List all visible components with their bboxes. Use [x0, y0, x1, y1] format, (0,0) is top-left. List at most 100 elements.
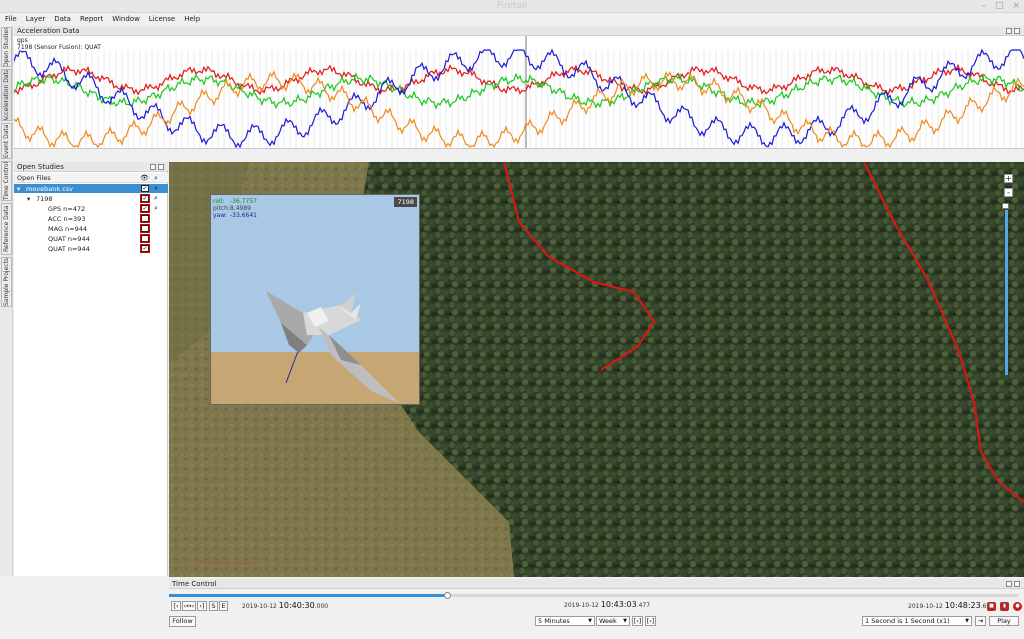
- timeline-thumb[interactable]: [443, 592, 451, 599]
- tab-time-control[interactable]: Time Control: [1, 161, 12, 201]
- menu-file[interactable]: File: [5, 15, 17, 23]
- timeline-progress: [169, 594, 447, 597]
- zoom-icon[interactable]: ⌕: [154, 204, 158, 213]
- studies-panel-title: Open Studies: [17, 163, 64, 171]
- list-item[interactable]: ACC n=393: [14, 214, 168, 223]
- map-zoom-slider-thumb[interactable]: [1002, 203, 1009, 209]
- speed-select[interactable]: 1 Second is 1 Second (x1) ▼: [862, 616, 972, 626]
- menu-help[interactable]: Help: [184, 15, 200, 23]
- tree-root-label: movebank.csv: [26, 185, 74, 193]
- close-icon[interactable]: [158, 164, 164, 170]
- window-right-button[interactable]: [›]: [645, 616, 656, 626]
- list-item[interactable]: QUAT n=944 ✓: [14, 244, 168, 253]
- step-forward-icon[interactable]: ⇥: [975, 616, 986, 626]
- map-zoom-in-button[interactable]: +: [1004, 174, 1013, 183]
- dock-tabs: Open Studies Acceleration Data Event Dat…: [0, 26, 13, 576]
- acceleration-plot[interactable]: gps 7198 (Sensor Fusion): QUAT: [14, 36, 1024, 149]
- current-ms: .477: [636, 602, 651, 609]
- roll-value: -36.7757: [230, 198, 257, 205]
- bird-model: [266, 291, 399, 403]
- float-icon[interactable]: [150, 164, 156, 170]
- trace-orange: [14, 69, 1024, 148]
- studies-panel-header: Open Studies: [14, 162, 168, 172]
- list-item-label: MAG n=944: [48, 225, 88, 233]
- pitch-label: pitch:: [213, 205, 230, 212]
- orientation-view[interactable]: 7198 roll: -36.7757 pitch:8.4989 yaw: -33.…: [210, 194, 420, 405]
- acceleration-panel-buttons: [1006, 26, 1020, 34]
- maximize-icon[interactable]: □: [995, 1, 1004, 11]
- jump-end-button[interactable]: ›]: [197, 601, 207, 611]
- tab-open-studies[interactable]: Open Studies: [1, 27, 12, 67]
- visibility-checkbox[interactable]: [140, 214, 150, 223]
- step-select[interactable]: 5 Minutes ▼: [535, 616, 595, 626]
- chevron-down-icon: ▼: [965, 618, 969, 624]
- window-select[interactable]: Week ▼: [596, 616, 630, 626]
- set-start-button[interactable]: S: [209, 601, 218, 611]
- zoom-icon: ⌕: [154, 174, 158, 182]
- acceleration-panel-title: Acceleration Data: [17, 27, 80, 35]
- start-timestamp: 2019-10-12 10:40:30.000: [242, 601, 328, 610]
- tab-reference-data[interactable]: Reference Data: [1, 203, 12, 255]
- pitch-readout: pitch:8.4989: [213, 205, 251, 212]
- accel-label-sensor: 7198 (Sensor Fusion): QUAT: [17, 44, 101, 51]
- close-icon[interactable]: [1014, 581, 1020, 587]
- tree-animal[interactable]: ▾ 7198 ✓ ⌕: [14, 194, 168, 203]
- eye-icon: 👁: [140, 174, 149, 182]
- yaw-label: yaw:: [213, 212, 227, 219]
- orientation-id-badge: 7198: [394, 197, 417, 207]
- window-left-button[interactable]: [‹]: [632, 616, 643, 626]
- menu-report[interactable]: Report: [80, 15, 103, 23]
- close-icon[interactable]: [1014, 28, 1020, 34]
- follow-button[interactable]: Follow: [169, 616, 196, 627]
- visibility-checkbox[interactable]: ✓: [140, 194, 150, 203]
- close-icon[interactable]: ×: [1012, 1, 1020, 11]
- end-date: 2019-10-12: [908, 603, 943, 610]
- jump-start-button[interactable]: [‹: [171, 601, 181, 611]
- list-item[interactable]: MAG n=944: [14, 224, 168, 233]
- map-zoom-slider[interactable]: [1005, 210, 1008, 375]
- tab-event-data[interactable]: Event Data: [1, 123, 12, 159]
- title-bar: Firetail – □ ×: [0, 0, 1024, 13]
- set-end-button[interactable]: E: [219, 601, 228, 611]
- list-item-label: QUAT n=944: [48, 235, 90, 243]
- menu-data[interactable]: Data: [54, 15, 71, 23]
- visibility-checkbox[interactable]: [140, 234, 150, 243]
- menu-license[interactable]: License: [149, 15, 175, 23]
- minimize-icon[interactable]: –: [981, 1, 986, 11]
- menu-layer[interactable]: Layer: [26, 15, 46, 23]
- window-select-value: Week: [599, 617, 617, 625]
- step-select-value: 5 Minutes: [538, 617, 570, 625]
- bookmark-icon[interactable]: ▮: [1000, 602, 1009, 611]
- collapse-icon[interactable]: ▾: [27, 195, 30, 203]
- time-control-buttons: [1006, 579, 1020, 587]
- tree-animal-label: 7198: [36, 195, 53, 203]
- play-button[interactable]: Play: [989, 616, 1019, 626]
- zoom-icon[interactable]: ⌕: [154, 194, 158, 203]
- list-item[interactable]: QUAT n=944: [14, 234, 168, 243]
- trace-blue: [14, 48, 1024, 148]
- float-icon[interactable]: [1006, 28, 1012, 34]
- list-item[interactable]: GPS n=472 ✓ ⌕: [14, 204, 168, 213]
- visibility-checkbox[interactable]: ✓: [140, 204, 150, 213]
- current-date: 2019-10-12: [564, 602, 599, 609]
- tree-root[interactable]: ▾ movebank.csv ✓ ⌕: [14, 184, 168, 193]
- speed-select-value: 1 Second is 1 Second (x1): [865, 617, 950, 625]
- collapse-icon[interactable]: ▾: [17, 185, 20, 193]
- visibility-checkbox[interactable]: ✓: [141, 185, 149, 192]
- map-zoom-out-button[interactable]: -: [1004, 188, 1013, 197]
- range-button[interactable]: ‹↔›: [182, 601, 196, 611]
- tab-acceleration-data[interactable]: Acceleration Data: [1, 69, 12, 121]
- menu-bar: File Layer Data Report Window License He…: [0, 13, 1024, 25]
- record-icon[interactable]: ●: [1013, 602, 1022, 611]
- float-icon[interactable]: [1006, 581, 1012, 587]
- accel-label-gps: gps: [17, 37, 28, 44]
- camera-icon[interactable]: ■: [987, 602, 996, 611]
- time-control-panel: [‹ ‹↔› ›] S E 2019-10-12 10:40:30.000 20…: [169, 589, 1024, 639]
- menu-window[interactable]: Window: [112, 15, 140, 23]
- visibility-checkbox[interactable]: ✓: [140, 244, 150, 253]
- tab-sample-projects[interactable]: Sample Projects: [1, 257, 12, 307]
- zoom-icon[interactable]: ⌕: [154, 184, 158, 193]
- visibility-checkbox[interactable]: [140, 224, 150, 233]
- end-timestamp: 2019-10-12 10:48:23.693: [908, 601, 994, 610]
- time-control-title: Time Control: [172, 580, 217, 588]
